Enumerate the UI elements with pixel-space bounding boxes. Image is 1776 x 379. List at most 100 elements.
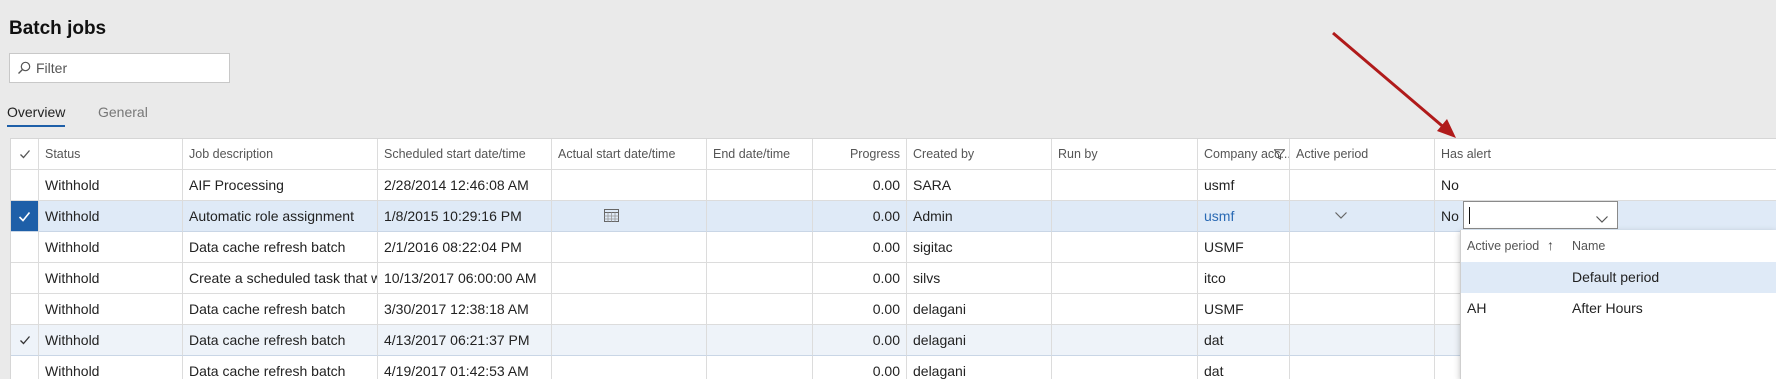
- status-cell: Withhold: [39, 232, 183, 263]
- lookup-column-active-period[interactable]: Active period: [1467, 239, 1539, 253]
- row-checkbox[interactable]: [11, 232, 39, 263]
- filter-icon[interactable]: [1274, 149, 1285, 160]
- run-by-cell: [1052, 170, 1198, 201]
- column-header-has-alert[interactable]: Has alert: [1435, 139, 1776, 170]
- run-by-cell: [1052, 263, 1198, 294]
- active-period-cell[interactable]: [1290, 201, 1435, 232]
- scheduled-cell: 2/28/2014 12:46:08 AM: [378, 170, 552, 201]
- active-period-cell: [1290, 325, 1435, 356]
- scheduled-cell[interactable]: 1/8/2015 10:29:16 PM: [378, 201, 552, 232]
- company-cell: dat: [1198, 325, 1290, 356]
- scheduled-cell: 4/13/2017 06:21:37 PM: [378, 325, 552, 356]
- table-row[interactable]: Withhold AIF Processing 2/28/2014 12:46:…: [11, 170, 1776, 201]
- chevron-down-icon[interactable]: [1595, 211, 1609, 223]
- active-period-input[interactable]: [1463, 201, 1618, 229]
- progress-cell: 0.00: [813, 356, 907, 379]
- row-checkbox[interactable]: [11, 294, 39, 325]
- active-period-lookup: Active period ↑ Name Default period AH A…: [1460, 230, 1776, 379]
- run-by-cell: [1052, 356, 1198, 379]
- column-header-end[interactable]: End date/time: [707, 139, 813, 170]
- column-header-status[interactable]: Status: [39, 139, 183, 170]
- select-all-checkbox[interactable]: [11, 139, 39, 170]
- column-header-active-period[interactable]: Active period: [1290, 139, 1435, 170]
- column-header-progress[interactable]: Progress: [813, 139, 907, 170]
- status-cell: Withhold: [39, 201, 183, 232]
- has-alert-cell: No: [1435, 170, 1776, 201]
- lookup-row[interactable]: AH After Hours: [1461, 293, 1776, 324]
- filter-input[interactable]: [36, 58, 221, 78]
- active-period-cell: [1290, 356, 1435, 379]
- chevron-down-icon[interactable]: [1334, 210, 1348, 220]
- tab-general[interactable]: General: [98, 104, 148, 120]
- active-period-cell: [1290, 263, 1435, 294]
- actual-start-cell: [552, 356, 707, 379]
- actual-start-cell: [552, 170, 707, 201]
- end-cell: [707, 232, 813, 263]
- column-header-job-description[interactable]: Job description: [183, 139, 378, 170]
- grid-header: Status Job description Scheduled start d…: [11, 139, 1776, 170]
- company-cell: USMF: [1198, 294, 1290, 325]
- run-by-cell[interactable]: [1052, 201, 1198, 232]
- progress-cell: 0.00: [813, 325, 907, 356]
- created-by-cell: delagani: [907, 325, 1052, 356]
- check-icon: [18, 211, 31, 222]
- status-cell: Withhold: [39, 325, 183, 356]
- row-checkbox[interactable]: [11, 356, 39, 379]
- created-by-cell: sigitac: [907, 232, 1052, 263]
- end-cell: [707, 325, 813, 356]
- active-period-cell: [1290, 294, 1435, 325]
- lookup-name-cell: After Hours: [1572, 300, 1643, 316]
- created-by-cell: delagani: [907, 294, 1052, 325]
- created-by-cell: delagani: [907, 356, 1052, 379]
- filter-box[interactable]: [9, 53, 230, 83]
- progress-cell: 0.00: [813, 263, 907, 294]
- lookup-row[interactable]: Default period: [1461, 262, 1776, 293]
- description-cell: Data cache refresh batch: [183, 294, 378, 325]
- lookup-header: Active period ↑ Name: [1461, 230, 1776, 262]
- actual-start-cell: [552, 325, 707, 356]
- progress-cell: 0.00: [813, 232, 907, 263]
- progress-cell: 0.00: [813, 201, 907, 232]
- company-cell[interactable]: usmf: [1198, 201, 1290, 232]
- progress-cell: 0.00: [813, 294, 907, 325]
- actual-start-cell: [552, 263, 707, 294]
- column-header-scheduled-start[interactable]: Scheduled start date/time: [378, 139, 552, 170]
- status-cell: Withhold: [39, 356, 183, 379]
- row-checkbox[interactable]: [11, 170, 39, 201]
- check-icon: [19, 150, 30, 159]
- description-cell: Automatic role assignment: [183, 201, 378, 232]
- company-cell: USMF: [1198, 232, 1290, 263]
- progress-cell: 0.00: [813, 170, 907, 201]
- column-header-run-by[interactable]: Run by: [1052, 139, 1198, 170]
- run-by-cell: [1052, 294, 1198, 325]
- end-cell: [707, 356, 813, 379]
- tab-overview[interactable]: Overview: [7, 104, 66, 127]
- description-cell: Create a scheduled task that will...: [183, 263, 378, 294]
- row-checkbox[interactable]: [11, 263, 39, 294]
- column-header-created-by[interactable]: Created by: [907, 139, 1052, 170]
- lookup-period-cell: AH: [1467, 300, 1487, 316]
- page-title: Batch jobs: [9, 18, 107, 39]
- created-by-cell: SARA: [907, 170, 1052, 201]
- lookup-name-cell: Default period: [1572, 269, 1660, 285]
- company-cell: itco: [1198, 263, 1290, 294]
- calendar-icon[interactable]: [604, 208, 619, 222]
- text-caret: [1469, 207, 1470, 224]
- created-by-cell: silvs: [907, 263, 1052, 294]
- description-cell: Data cache refresh batch: [183, 232, 378, 263]
- search-icon: [16, 60, 32, 76]
- sort-up-icon[interactable]: ↑: [1547, 237, 1554, 253]
- status-cell: Withhold: [39, 294, 183, 325]
- created-by-cell: Admin: [907, 201, 1052, 232]
- end-cell: [707, 263, 813, 294]
- active-period-cell: [1290, 170, 1435, 201]
- column-header-actual-start[interactable]: Actual start date/time: [552, 139, 707, 170]
- row-checkbox[interactable]: [11, 325, 39, 356]
- row-checkbox[interactable]: [11, 201, 39, 232]
- lookup-column-name[interactable]: Name: [1572, 239, 1605, 253]
- column-header-company[interactable]: Company acc...: [1198, 139, 1290, 170]
- check-icon: [19, 336, 30, 345]
- end-cell: [707, 170, 813, 201]
- status-cell: Withhold: [39, 170, 183, 201]
- actual-start-cell: [552, 294, 707, 325]
